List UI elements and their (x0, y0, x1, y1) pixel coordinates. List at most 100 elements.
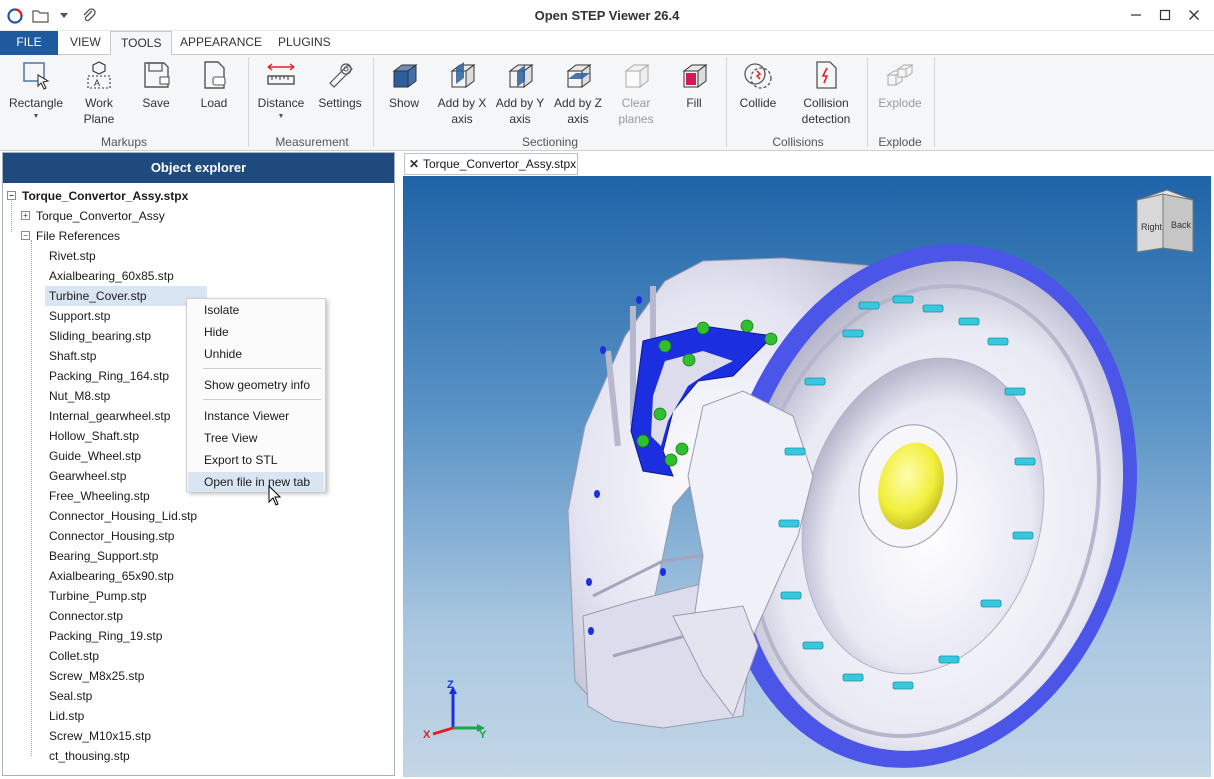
maximize-icon[interactable] (1154, 5, 1176, 25)
tree-file-item[interactable]: Screw_M8x25.stp (49, 666, 144, 686)
tree-file-item[interactable]: ct_thousing.stp (49, 746, 130, 766)
clear-planes-button[interactable]: Clear planes (612, 57, 660, 127)
tree-file-item[interactable]: Guide_Wheel.stp (49, 446, 141, 466)
distance-button[interactable]: Distance ▼ (254, 57, 308, 121)
tree-file-item[interactable]: Rivet.stp (49, 246, 96, 266)
close-icon[interactable] (1183, 5, 1205, 25)
collision-detection-label-1: Collision (803, 96, 849, 110)
distance-label: Distance (257, 96, 305, 110)
menu-item-export-to-stl[interactable]: Export to STL (188, 450, 324, 470)
bolt (938, 655, 960, 664)
tree-file-item[interactable]: Nut_M8.stp (49, 386, 110, 406)
menu-item-isolate[interactable]: Isolate (188, 300, 324, 320)
tree-file-item[interactable]: Axialbearing_60x85.stp (49, 266, 174, 286)
work-plane-label-2: Plane (83, 112, 115, 126)
tab-appearance[interactable]: APPEARANCE (170, 31, 272, 55)
document-tab-label: Torque_Convertor_Assy.stpx (423, 157, 577, 171)
work-plane-label-1: Work (85, 96, 113, 110)
tree-file-item[interactable]: Collet.stp (49, 646, 99, 666)
tab-file[interactable]: FILE (0, 31, 58, 55)
tree-file-item[interactable]: Packing_Ring_19.stp (49, 626, 162, 646)
cube-face-right[interactable]: Right (1141, 222, 1163, 232)
tab-tools[interactable]: TOOLS (110, 31, 173, 56)
tab-plugins[interactable]: PLUGINS (268, 31, 341, 55)
tab-view[interactable]: VIEW (60, 31, 111, 55)
collapse-icon[interactable]: − (7, 191, 16, 201)
bolt (780, 591, 802, 600)
view-cube[interactable]: Right Back (1133, 186, 1199, 259)
model-render[interactable] (403, 176, 1211, 777)
chevron-down-icon: ▼ (32, 113, 40, 120)
tree-file-item[interactable]: Packing_Ring_164.stp (49, 366, 169, 386)
section-show-icon (387, 57, 421, 93)
tree-file-item[interactable]: Free_Wheeling.stp (49, 486, 150, 506)
load-label: Load (200, 96, 228, 110)
show-label: Show (388, 96, 420, 110)
expand-icon[interactable]: + (21, 211, 30, 221)
collapse-icon[interactable]: − (21, 231, 30, 241)
axis-x-label: X (423, 729, 431, 741)
tree-item-assembly[interactable]: + Torque_Convertor_Assy (21, 206, 165, 226)
bolt (922, 304, 944, 313)
collision-detection-button[interactable]: Collision detection (794, 57, 858, 127)
add-z-label-1: Add by Z (553, 96, 603, 110)
show-section-button[interactable]: Show (382, 57, 426, 111)
tree-file-item-selected[interactable]: Turbine_Cover.stp (45, 286, 207, 306)
cube-face-back[interactable]: Back (1171, 220, 1192, 230)
bolt (1012, 531, 1034, 540)
tree-file-item[interactable]: Turbine_Pump.stp (49, 586, 147, 606)
bolt (892, 295, 914, 304)
add-by-x-axis-button[interactable]: Add by X axis (434, 57, 490, 127)
collide-icon (741, 57, 775, 93)
document-tab[interactable]: ✕ Torque_Convertor_Assy.stpx (404, 153, 578, 175)
menu-item-hide[interactable]: Hide (188, 322, 324, 342)
tree-root-item[interactable]: − Torque_Convertor_Assy.stpx (7, 186, 188, 206)
load-button[interactable]: Load (192, 57, 236, 111)
tree-file-item[interactable]: Seal.stp (49, 686, 92, 706)
close-tab-icon[interactable]: ✕ (405, 154, 423, 174)
add-z-label-2: axis (567, 112, 589, 126)
tree-file-item[interactable]: Lid.stp (49, 706, 84, 726)
menu-item-tree-view[interactable]: Tree View (188, 428, 324, 448)
tree-item-file-references[interactable]: − File References (21, 226, 120, 246)
rectangle-button[interactable]: Rectangle ▼ (6, 57, 66, 121)
tree-file-item[interactable]: Hollow_Shaft.stp (49, 426, 139, 446)
tree-file-item[interactable]: Connector_Housing_Lid.stp (49, 506, 197, 526)
fill-button[interactable]: Fill (672, 57, 716, 111)
tree-file-item[interactable]: Gearwheel.stp (49, 466, 126, 486)
ribbon-divider (248, 57, 249, 147)
tree-file-item[interactable]: Internal_gearwheel.stp (49, 406, 170, 426)
settings-button[interactable]: Settings (316, 57, 364, 111)
menu-item-instance-viewer[interactable]: Instance Viewer (188, 406, 324, 426)
tree-file-item[interactable]: Screw_M10x15.stp (49, 726, 151, 746)
chevron-down-icon: ▼ (277, 113, 285, 120)
mouse-cursor-icon (268, 484, 282, 510)
minimize-icon[interactable] (1125, 5, 1147, 25)
tree-file-item[interactable]: Connector.stp (49, 606, 123, 626)
axis-y-label: Y (479, 729, 487, 741)
object-explorer-title: Object explorer (3, 153, 394, 183)
ribbon-divider (934, 57, 935, 147)
menu-item-show-geometry-info[interactable]: Show geometry info (188, 375, 324, 395)
menu-item-unhide[interactable]: Unhide (188, 344, 324, 364)
explode-button[interactable]: Explode (874, 57, 926, 111)
tree-file-item[interactable]: Bearing_Support.stp (49, 546, 158, 566)
explode-label: Explode (878, 96, 922, 110)
tree-file-item[interactable]: Axialbearing_65x90.stp (49, 566, 174, 586)
settings-icon (323, 57, 357, 93)
collide-button[interactable]: Collide (734, 57, 782, 111)
add-by-y-axis-button[interactable]: Add by Y axis (492, 57, 548, 127)
save-button[interactable]: Save (134, 57, 178, 111)
menu-item-open-file-in-new-tab[interactable]: Open file in new tab (188, 472, 324, 492)
work-plane-button[interactable]: A Work Plane (74, 57, 124, 127)
add-by-z-axis-button[interactable]: Add by Z axis (550, 57, 606, 127)
collide-label: Collide (739, 96, 777, 110)
tree-file-item[interactable]: Connector_Housing.stp (49, 526, 174, 546)
tree-file-item[interactable]: Sliding_bearing.stp (49, 326, 151, 346)
bolt (802, 641, 824, 650)
tree-file-item[interactable]: Support.stp (49, 306, 110, 326)
tree-file-item[interactable]: Shaft.stp (49, 346, 96, 366)
3d-viewport[interactable]: Right Back Z Y X (403, 176, 1211, 777)
nut (653, 407, 667, 421)
measurement-group-label: Measurement (275, 135, 349, 149)
